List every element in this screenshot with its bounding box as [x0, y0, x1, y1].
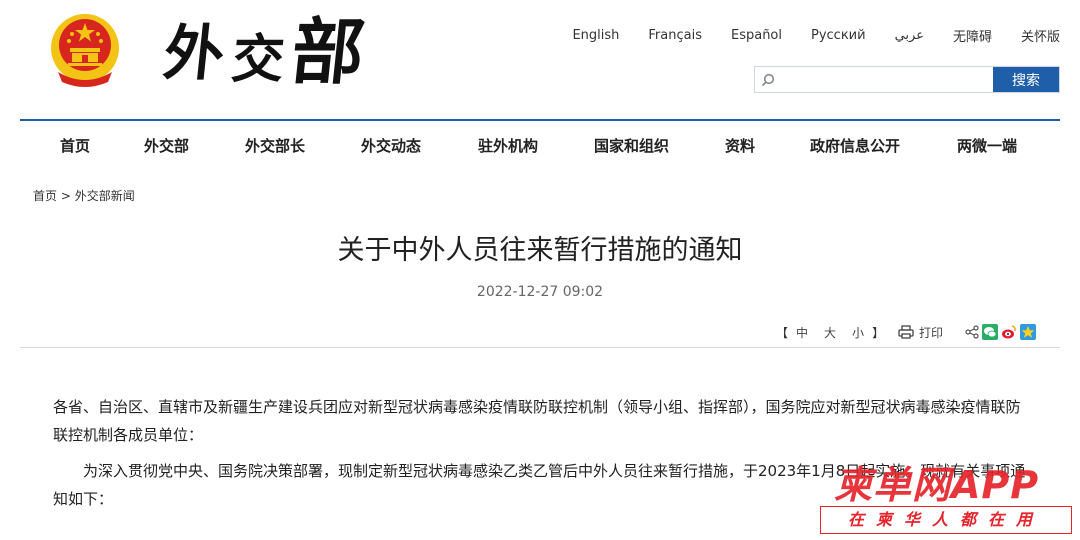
logo-glyph-3: 部	[287, 9, 369, 94]
share-bar	[965, 323, 1036, 341]
search-input[interactable]	[781, 67, 993, 92]
font-size-medium[interactable]: 中	[796, 324, 808, 341]
nav-item-ministry[interactable]: 外交部	[144, 135, 189, 156]
watermark-overlay: 柬单网APP 在柬华人都在用	[820, 454, 1072, 538]
language-bar: English Français Español Русский عربي 无障…	[543, 26, 1060, 45]
breadcrumb-separator: >	[57, 189, 75, 203]
main-nav: 首页 外交部 外交部长 外交动态 驻外机构 国家和组织 资料 政府信息公开 两微…	[20, 119, 1060, 169]
watermark-brand: 柬单网APP	[834, 463, 1040, 507]
print-icon	[898, 325, 914, 339]
site-header: 外 交 部 English Français Español Русский ع…	[0, 0, 1080, 118]
lang-arabic-link[interactable]: عربي	[895, 28, 924, 43]
font-size-small[interactable]: 小	[852, 324, 864, 341]
content-divider	[20, 347, 1060, 348]
font-size-large[interactable]: 大	[824, 324, 836, 341]
nav-item-minister[interactable]: 外交部长	[245, 135, 305, 156]
site-logo[interactable]: 外 交 部	[160, 9, 368, 110]
article-title: 关于中外人员往来暂行措施的通知	[337, 235, 743, 266]
lang-russian-link[interactable]: Русский	[811, 28, 866, 43]
search-icon	[755, 67, 781, 92]
qzone-icon[interactable]	[1020, 324, 1036, 340]
watermark-tagline: 在柬华人都在用	[820, 506, 1072, 534]
elderly-care-link[interactable]: 关怀版	[1021, 26, 1060, 45]
logo-glyph-1: 外	[160, 19, 228, 89]
article-date: 2022-12-27 09:02	[476, 284, 604, 300]
font-size-selector: 【 中 大 小 】	[776, 323, 884, 341]
print-label: 打印	[919, 325, 944, 340]
wechat-icon[interactable]	[982, 324, 998, 340]
breadcrumb-current-link[interactable]: 外交部新闻	[75, 189, 135, 203]
nav-item-gov-info[interactable]: 政府信息公开	[810, 135, 900, 156]
nav-item-countries-orgs[interactable]: 国家和组织	[594, 135, 669, 156]
print-button[interactable]: 打印	[898, 323, 943, 341]
breadcrumb-home-link[interactable]: 首页	[33, 189, 57, 203]
breadcrumb: 首页 > 外交部新闻	[33, 187, 135, 204]
search-button[interactable]: 搜索	[993, 67, 1059, 92]
logo-glyph-2: 交	[228, 29, 288, 90]
accessibility-link[interactable]: 无障碍	[953, 26, 992, 45]
weibo-icon[interactable]	[1001, 324, 1017, 340]
font-size-close-bracket: 】	[872, 325, 885, 340]
search-bar: 搜索	[754, 66, 1060, 93]
lang-french-link[interactable]: Français	[648, 28, 702, 43]
font-size-open-bracket: 【	[776, 325, 789, 340]
nav-item-home[interactable]: 首页	[60, 135, 90, 156]
national-emblem-icon[interactable]	[48, 12, 122, 88]
article-paragraph-salutation: 各省、自治区、直辖市及新疆生产建设兵团应对新型冠状病毒感染疫情联防联控机制（领导…	[53, 398, 1021, 444]
nav-item-resources[interactable]: 资料	[725, 135, 755, 156]
nav-item-missions-abroad[interactable]: 驻外机构	[478, 135, 538, 156]
lang-english-link[interactable]: English	[572, 28, 619, 43]
share-icon	[965, 325, 979, 339]
nav-item-diplomatic-news[interactable]: 外交动态	[361, 135, 421, 156]
nav-item-social-media[interactable]: 两微一端	[957, 135, 1017, 156]
lang-spanish-link[interactable]: Español	[731, 28, 782, 43]
